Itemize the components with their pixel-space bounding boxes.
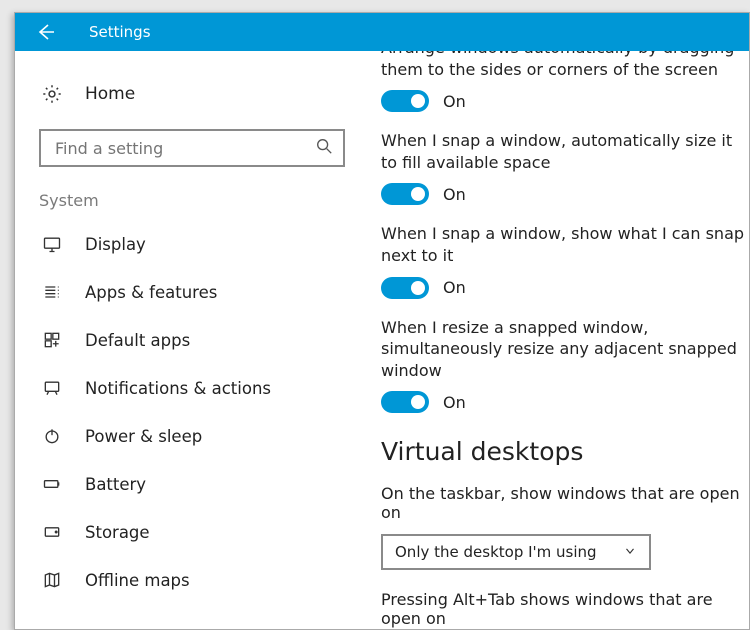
setting-snap-show-next: When I snap a window, show what I can sn… xyxy=(381,223,749,298)
home-label: Home xyxy=(85,84,135,104)
display-icon xyxy=(41,234,63,254)
search-input[interactable] xyxy=(39,129,345,167)
toggle-resize-adjacent[interactable] xyxy=(381,391,429,413)
sidebar-item-notifications[interactable]: Notifications & actions xyxy=(15,364,363,412)
content-area: Arrange windows automatically by draggin… xyxy=(363,51,749,629)
default-apps-icon xyxy=(41,330,63,350)
battery-icon xyxy=(41,474,63,494)
toggle-snap-show-next[interactable] xyxy=(381,277,429,299)
sidebar-item-label: Offline maps xyxy=(85,571,190,590)
setting-description: When I resize a snapped window, simultan… xyxy=(381,317,749,382)
sidebar-item-label: Notifications & actions xyxy=(85,379,271,398)
sidebar-item-label: Default apps xyxy=(85,331,190,350)
home-button[interactable]: Home xyxy=(15,75,363,121)
sidebar-item-display[interactable]: Display xyxy=(15,220,363,268)
toggle-state-label: On xyxy=(443,185,466,204)
sidebar-item-default-apps[interactable]: Default apps xyxy=(15,316,363,364)
window-body: Home System Display Apps & fea xyxy=(15,51,749,629)
virtual-desktops-heading: Virtual desktops xyxy=(381,437,749,466)
apps-icon xyxy=(41,282,63,302)
setting-description: When I snap a window, automatically size… xyxy=(381,130,749,173)
notifications-icon xyxy=(41,378,63,398)
setting-arrange-windows: Arrange windows automatically by draggin… xyxy=(381,51,749,112)
settings-window: Settings Home System xyxy=(14,12,750,630)
toggle-arrange-windows[interactable] xyxy=(381,90,429,112)
sidebar-item-label: Apps & features xyxy=(85,283,217,302)
setting-description: When I snap a window, show what I can sn… xyxy=(381,223,749,266)
toggle-snap-fill[interactable] xyxy=(381,183,429,205)
setting-description: Arrange windows automatically by draggin… xyxy=(381,51,749,80)
select-label: Pressing Alt+Tab shows windows that are … xyxy=(381,590,749,628)
maps-icon xyxy=(41,570,63,590)
sidebar-item-battery[interactable]: Battery xyxy=(15,460,363,508)
back-button[interactable] xyxy=(29,15,63,49)
sidebar-item-label: Display xyxy=(85,235,146,254)
sidebar-item-label: Battery xyxy=(85,475,146,494)
toggle-state-label: On xyxy=(443,393,466,412)
sidebar-item-power-sleep[interactable]: Power & sleep xyxy=(15,412,363,460)
select-taskbar-windows[interactable]: Only the desktop I'm using xyxy=(381,534,651,570)
gear-icon xyxy=(41,83,63,105)
select-label: On the taskbar, show windows that are op… xyxy=(381,484,749,522)
toggle-state-label: On xyxy=(443,278,466,297)
sidebar-item-label: Storage xyxy=(85,523,150,542)
power-icon xyxy=(41,426,63,446)
setting-resize-adjacent: When I resize a snapped window, simultan… xyxy=(381,317,749,414)
sidebar: Home System Display Apps & fea xyxy=(15,51,363,629)
select-value: Only the desktop I'm using xyxy=(395,543,597,561)
nav-list: Display Apps & features Default apps Not… xyxy=(15,220,363,604)
setting-snap-fill: When I snap a window, automatically size… xyxy=(381,130,749,205)
sidebar-item-offline-maps[interactable]: Offline maps xyxy=(15,556,363,604)
toggle-state-label: On xyxy=(443,92,466,111)
section-label-system: System xyxy=(15,181,363,220)
titlebar: Settings xyxy=(15,13,749,51)
sidebar-item-apps-features[interactable]: Apps & features xyxy=(15,268,363,316)
storage-icon xyxy=(41,522,63,542)
window-title: Settings xyxy=(89,23,151,41)
sidebar-item-storage[interactable]: Storage xyxy=(15,508,363,556)
chevron-down-icon xyxy=(623,543,637,562)
sidebar-item-label: Power & sleep xyxy=(85,427,202,446)
back-arrow-icon xyxy=(36,22,56,42)
setting-alt-tab-windows: Pressing Alt+Tab shows windows that are … xyxy=(381,590,749,629)
setting-taskbar-windows: On the taskbar, show windows that are op… xyxy=(381,484,749,570)
search-container xyxy=(39,129,345,167)
